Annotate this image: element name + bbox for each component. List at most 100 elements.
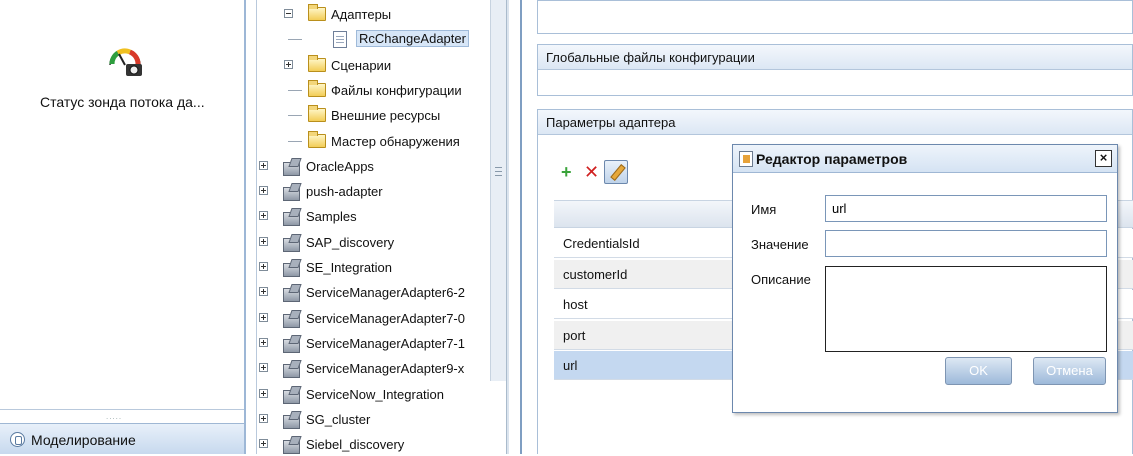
expand-icon[interactable] (259, 211, 268, 221)
package-tree: Адаптеры RcChangeAdapter Сценарии Файлы кон… (256, 0, 512, 456)
tree-connector (288, 115, 302, 117)
expand-icon[interactable] (259, 439, 268, 449)
tree-item[interactable]: OracleApps (256, 156, 490, 178)
tree-item-label: ServiceManagerAdapter7-0 (306, 310, 465, 326)
folder-icon (308, 105, 326, 123)
package-icon (283, 411, 300, 429)
tree-item[interactable]: Samples (256, 206, 490, 228)
collapse-icon[interactable] (284, 9, 293, 18)
description-label: Описание (751, 272, 811, 287)
tree-item[interactable]: Siebel_discovery (256, 434, 490, 456)
tree-item[interactable]: ServiceManagerAdapter7-0 (256, 308, 490, 330)
tree-item[interactable]: SE_Integration (256, 257, 490, 279)
tree-item-label: Siebel_discovery (306, 437, 405, 453)
expand-icon[interactable] (259, 388, 268, 398)
left-navigation-panel: Статус зонда потока да... ..... Моделиро… (0, 0, 247, 454)
expand-icon[interactable] (259, 236, 268, 246)
tree-item[interactable]: Файлы конфигурации (256, 79, 490, 102)
tree-item-label: RcChangeAdapter (356, 30, 469, 48)
module-title[interactable]: Статус зонда потока да... (40, 94, 205, 110)
expand-icon[interactable] (259, 312, 268, 322)
pencil-icon[interactable] (604, 160, 628, 184)
package-icon (283, 310, 300, 328)
tree-item-label: Внешние ресурсы (331, 108, 441, 124)
gauge-camera-icon[interactable] (106, 37, 144, 79)
left-panel-border (244, 0, 246, 454)
folder-icon (308, 79, 326, 97)
tree-item-label: ServiceNow_Integration (306, 386, 445, 402)
tree-item-label: push-adapter (306, 184, 383, 200)
param-name: host (563, 297, 588, 312)
dialog-title-bar[interactable]: Редактор параметров × (733, 145, 1117, 173)
expand-icon[interactable] (259, 262, 268, 271)
dialog-title: Редактор параметров (756, 151, 908, 167)
delete-param-button[interactable]: ✕ (584, 163, 600, 181)
tree-item[interactable]: RcChangeAdapter (256, 29, 490, 51)
tree-item[interactable]: ServiceNow_Integration (256, 384, 490, 406)
expand-icon[interactable] (284, 59, 293, 69)
modeling-label: Моделирование (31, 432, 136, 448)
folder-icon (308, 4, 326, 21)
tree-item[interactable]: Сценарии (256, 54, 490, 77)
package-icon (283, 284, 300, 303)
expand-icon[interactable] (259, 363, 268, 373)
tree-item[interactable]: SAP_discovery (256, 232, 490, 254)
folder-icon (308, 54, 326, 72)
tree-item[interactable]: ServiceManagerAdapter7-1 (256, 333, 490, 355)
global-config-title: Глобальные файлы конфигурации (546, 50, 755, 65)
document-icon (333, 31, 347, 49)
panel-splitter[interactable]: ..... (0, 409, 244, 423)
tree-item[interactable]: push-adapter (256, 181, 490, 203)
description-textarea[interactable] (825, 266, 1107, 352)
param-name: customerId (563, 266, 628, 282)
package-icon (283, 259, 300, 277)
expand-icon[interactable] (259, 287, 268, 297)
folder-icon (308, 130, 326, 148)
tree-item-label: SG_cluster (306, 411, 371, 427)
package-icon (283, 158, 300, 176)
tree-connector (288, 39, 302, 41)
global-config-section: Глобальные файлы конфигурации (537, 44, 1133, 96)
param-name: CredentialsId (563, 236, 640, 251)
tree-item-label: Файлы конфигурации (331, 82, 462, 98)
global-config-header[interactable]: Глобальные файлы конфигурации (538, 45, 1132, 70)
splitter-grip: ..... (106, 412, 123, 421)
adapter-params-title: Параметры адаптера (546, 115, 676, 130)
tree-item[interactable]: Адаптеры (256, 4, 490, 26)
tree-scrollbar[interactable] (490, 0, 506, 381)
package-icon (283, 386, 300, 404)
add-param-button[interactable]: + (561, 163, 577, 181)
tree-connector (288, 140, 302, 142)
expand-icon[interactable] (259, 160, 268, 170)
expand-icon[interactable] (259, 337, 268, 347)
param-name: url (563, 358, 578, 373)
tree-item-label: SAP_discovery (306, 234, 395, 250)
tree-item[interactable]: ServiceManagerAdapter9-x (256, 358, 490, 380)
package-icon (283, 208, 300, 227)
param-name: port (563, 327, 586, 343)
name-label: Имя (751, 202, 777, 217)
tree-item-label: ServiceManagerAdapter7-1 (306, 335, 465, 351)
details-left-border (520, 0, 522, 454)
value-field[interactable] (825, 230, 1107, 257)
scrollbar-grip[interactable] (495, 167, 502, 176)
tree-item-label: SE_Integration (306, 260, 393, 275)
tree-item-label: ServiceManagerAdapter6-2 (306, 285, 465, 301)
cancel-button[interactable]: Отмена (1033, 357, 1106, 385)
java-app-icon (739, 151, 753, 167)
tree-item[interactable]: SG_cluster (256, 409, 490, 431)
close-icon[interactable]: × (1095, 150, 1112, 167)
expand-icon[interactable] (259, 413, 268, 423)
ok-button[interactable]: OK (945, 357, 1012, 385)
tree-item[interactable]: ServiceManagerAdapter6-2 (256, 282, 490, 304)
tree-item[interactable]: Внешние ресурсы (256, 105, 490, 127)
expand-icon[interactable] (259, 186, 268, 196)
tree-item[interactable]: Мастер обнаружения (256, 130, 490, 153)
parameter-editor-dialog: Редактор параметров × Имя Значение Описа… (732, 144, 1118, 413)
modeling-nav-button[interactable]: Моделирование (0, 423, 244, 454)
adapter-params-header[interactable]: Параметры адаптера (538, 110, 1132, 135)
name-field[interactable] (825, 195, 1107, 222)
tree-item-label: OracleApps (306, 158, 374, 174)
panel-divider[interactable] (506, 0, 509, 454)
top-section (537, 0, 1133, 34)
